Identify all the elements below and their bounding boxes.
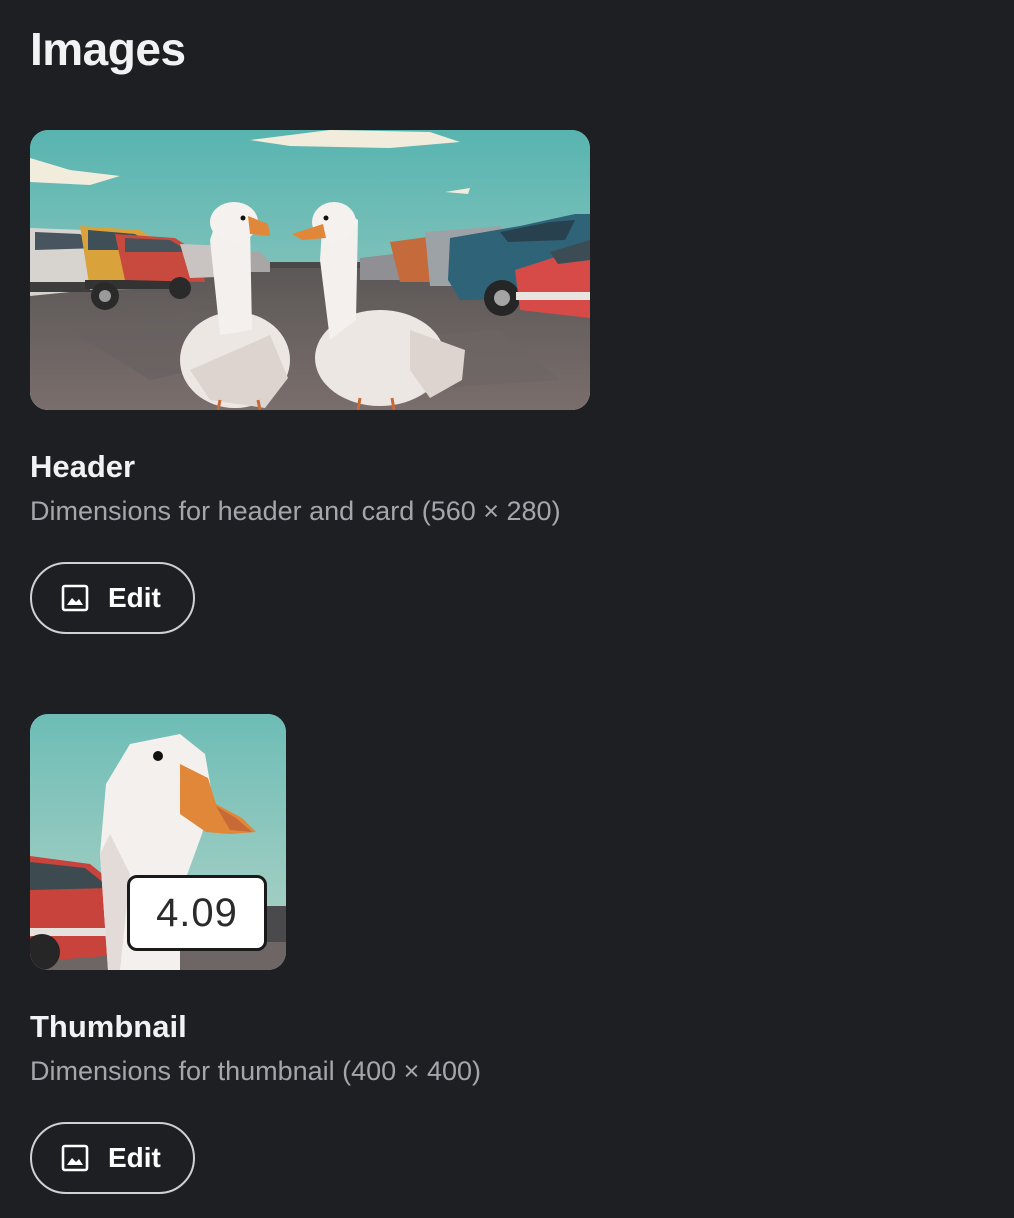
edit-header-image-button[interactable]: Edit [30,562,195,634]
edit-button-label: Edit [108,582,161,613]
header-image-dimensions: Dimensions for header and card (560 × 28… [30,496,561,526]
thumbnail-overlay-badge: 4.09 [127,875,267,951]
header-image-section: Header Dimensions for header and card (5… [30,130,590,634]
edit-button-label: Edit [108,1142,161,1173]
header-image-artwork [30,130,590,410]
thumbnail-image-section: 4.09 Thumbnail Dimensions for thumbnail … [30,714,481,1194]
images-page: Images Header Dimensions for header and … [0,0,1014,1218]
thumbnail-image-title: Thumbnail [30,1009,187,1044]
thumbnail-overlay-value: 4.09 [156,890,238,935]
thumbnail-image-dimensions: Dimensions for thumbnail (400 × 400) [30,1056,481,1086]
image-icon [60,583,90,613]
header-image-preview [30,130,590,410]
image-icon [60,1143,90,1173]
page-title: Images [30,23,186,75]
header-image-title: Header [30,449,136,484]
edit-thumbnail-image-button[interactable]: Edit [30,1122,195,1194]
